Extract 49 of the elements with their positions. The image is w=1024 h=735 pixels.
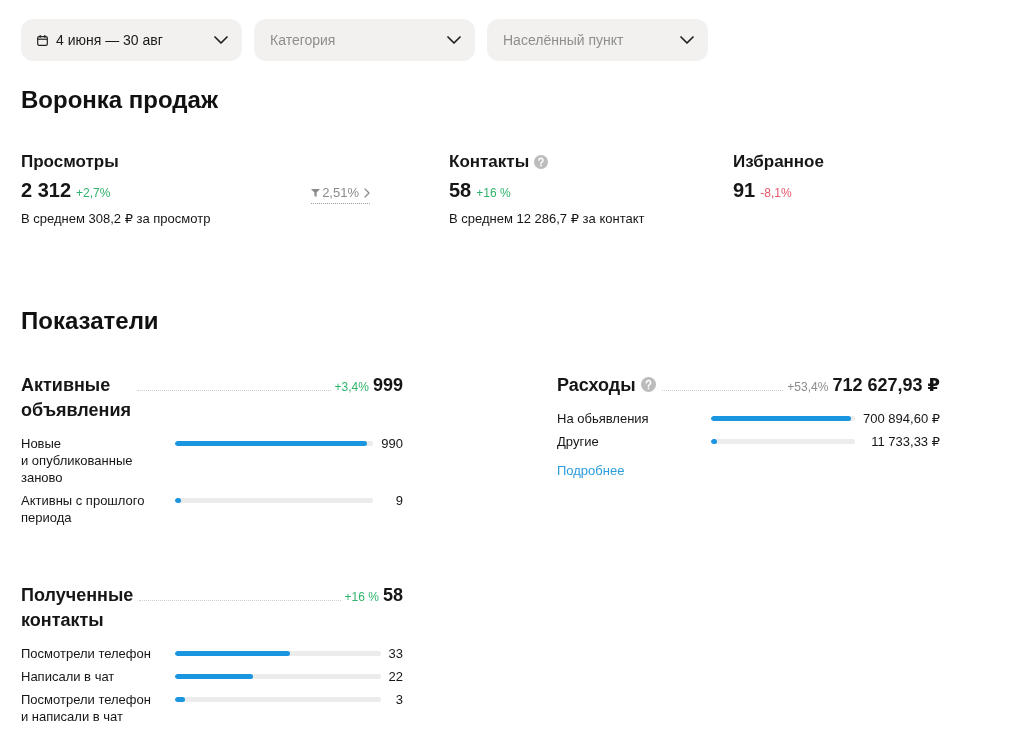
help-icon[interactable] [640, 377, 656, 392]
metric-note: В среднем 308,2 ₽ за просмотр [21, 210, 212, 227]
metric-label: Просмотры [21, 151, 119, 173]
block-title: Полученные контакты [21, 584, 134, 632]
metric-value: 91 [733, 178, 756, 203]
metric-note: В среднем 12 286,7 ₽ за контакт [449, 210, 646, 227]
row-value: 22 [388, 668, 403, 685]
chevron-down-icon [447, 36, 461, 44]
row-label: Посмотрели телефон и написали в чат [21, 691, 152, 725]
row-value: 9 [394, 492, 403, 510]
row-value: 3 [394, 691, 403, 709]
change-percent: +2,7% [76, 185, 111, 202]
row-value: 33 [388, 645, 403, 662]
details-link[interactable]: Подробнее [557, 462, 625, 479]
row-label: Посмотрели телефон [21, 645, 152, 662]
row-label: Новые и опубликованные заново [21, 435, 134, 486]
dropdown-filter[interactable]: 4 июня — 30 авг [21, 19, 242, 61]
block-title: Активные объявления [21, 374, 131, 422]
metric-value: 2 312 [21, 178, 72, 203]
help-icon[interactable] [534, 155, 549, 169]
dropdown-filter[interactable]: Категория [254, 19, 475, 61]
row-value: 11 733,33 ₽ [870, 433, 940, 450]
block-total: 58 [382, 585, 403, 606]
block-total: 712 627,93 ₽ [832, 374, 940, 396]
row-value: 990 [381, 435, 403, 453]
chevron-down-icon [214, 36, 228, 44]
block-title: Расходы [557, 374, 636, 397]
conversion-link[interactable]: 2,51% [311, 185, 370, 204]
dropdown-filter[interactable]: Населённый пункт [487, 19, 708, 61]
funnel-icon [311, 189, 321, 197]
metric-label: Избранное [733, 151, 824, 173]
chevron-right-icon [364, 188, 370, 198]
row-value: 700 894,60 ₽ [863, 410, 940, 427]
section-title: Воронка продаж [21, 85, 219, 115]
metric-value: 58 [449, 178, 472, 203]
chevron-down-icon [680, 36, 694, 44]
row-label: На обьявления [557, 410, 650, 427]
row-label: Активны с прошлого периода [21, 492, 146, 526]
change-percent: -8,1% [760, 185, 792, 202]
change-percent: +16 % [344, 590, 379, 604]
change-percent: +53,4% [787, 380, 829, 394]
metric-label: Контакты [449, 151, 530, 173]
row-label: Написали в чат [21, 668, 116, 685]
block-total: 999 [372, 375, 403, 396]
section-title: Показатели [21, 306, 160, 336]
row-label: Другие [557, 433, 600, 450]
change-percent: +16 % [476, 185, 511, 202]
calendar-icon [37, 34, 48, 46]
change-percent: +3,4% [334, 380, 369, 394]
